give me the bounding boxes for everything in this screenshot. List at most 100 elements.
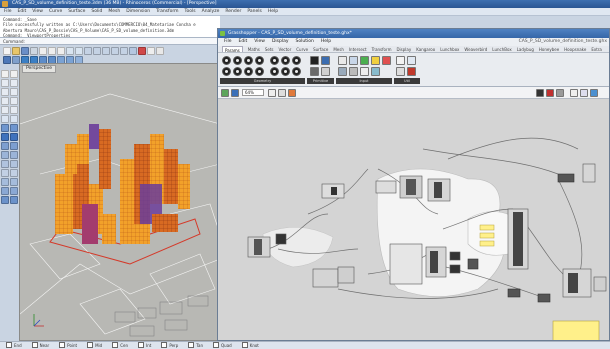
text-icon[interactable] (1, 115, 9, 123)
gate-icon[interactable] (407, 67, 416, 76)
tab-params[interactable]: Params (222, 46, 243, 53)
command-prompt[interactable]: Command: (0, 38, 220, 45)
scale-icon[interactable] (10, 178, 18, 186)
tab-weaverbird[interactable]: Weaverbird (464, 46, 487, 52)
tab-intersect[interactable]: Intersect (349, 46, 367, 52)
gradient-icon[interactable] (382, 56, 391, 65)
boolean-toggle-icon[interactable] (360, 56, 369, 65)
param-group-icon[interactable] (292, 67, 301, 76)
join-icon[interactable] (1, 160, 9, 168)
osnap-tan[interactable]: Tan (188, 342, 203, 349)
yellow-panel[interactable] (479, 232, 495, 239)
select-icon[interactable] (1, 70, 9, 78)
tab-lunchbox[interactable]: Lunchbox (440, 46, 459, 52)
new-file-icon[interactable] (3, 47, 11, 55)
param-line-icon[interactable] (233, 67, 242, 76)
gh-canvas[interactable] (218, 99, 609, 340)
hidden-components-icon[interactable] (580, 89, 588, 97)
rhino-menu-file[interactable]: File (4, 8, 12, 15)
polygon-icon[interactable] (10, 106, 18, 114)
pan-icon[interactable] (84, 47, 92, 55)
canvas-help-icon[interactable] (590, 89, 598, 97)
preview-mode-icon[interactable] (278, 89, 286, 97)
paste-icon[interactable] (57, 47, 65, 55)
gh-param-node[interactable] (449, 264, 461, 274)
box-icon[interactable] (1, 133, 9, 141)
rotate-view-icon[interactable] (93, 47, 101, 55)
param-box-icon[interactable] (255, 67, 264, 76)
surface-icon[interactable] (1, 124, 9, 132)
osnap-cen[interactable]: Cen (112, 342, 128, 349)
tab-sets[interactable]: Sets (265, 46, 274, 52)
panel-icon[interactable] (349, 56, 358, 65)
gh-param-node[interactable] (275, 233, 287, 245)
extrude-icon[interactable] (10, 124, 18, 132)
rhino-menu-edit[interactable]: Edit (18, 8, 27, 15)
rhino-menu-analyze[interactable]: Analyze (202, 8, 220, 15)
tab-mesh[interactable]: Mesh (333, 46, 344, 52)
param-integer-icon[interactable] (321, 56, 330, 65)
viewport-title-tab[interactable]: Perspective (22, 65, 57, 73)
tab-transform[interactable]: Transform (372, 46, 392, 52)
gh-param-node[interactable] (557, 173, 575, 183)
explode-icon[interactable] (10, 160, 18, 168)
fillet-icon[interactable] (10, 142, 18, 150)
rhino-menu-surface[interactable]: Surface (68, 8, 85, 15)
search-icon[interactable] (570, 89, 578, 97)
button-object-icon[interactable] (360, 67, 369, 76)
param-point-icon[interactable] (222, 56, 231, 65)
mirror-icon[interactable] (1, 187, 9, 195)
redo-icon[interactable] (75, 47, 83, 55)
tab-curve[interactable]: Curve (296, 46, 308, 52)
gh-component[interactable] (593, 276, 607, 292)
param-number-icon[interactable] (310, 67, 319, 76)
gh-param-node[interactable] (467, 258, 479, 270)
line-icon[interactable] (1, 79, 9, 87)
gh-component[interactable] (389, 243, 423, 285)
layer-icon[interactable] (138, 47, 146, 55)
color-swatch-icon[interactable] (371, 56, 380, 65)
param-vector-icon[interactable] (233, 56, 242, 65)
osnap-mid[interactable]: Mid (87, 342, 102, 349)
properties-icon[interactable] (147, 47, 155, 55)
preview-selected-icon[interactable] (546, 89, 554, 97)
circle-icon[interactable] (10, 88, 18, 96)
tab-ladybug[interactable]: Ladybug (517, 46, 534, 52)
boolean-icon[interactable] (1, 196, 9, 204)
md-slider-icon[interactable] (371, 67, 380, 76)
tab-extra[interactable]: Extra (591, 46, 602, 52)
tab-kangaroo[interactable]: Kangaroo (416, 46, 435, 52)
tab-display[interactable]: Display (396, 46, 411, 52)
osnap-end[interactable]: End (6, 342, 22, 349)
copy-icon[interactable] (48, 47, 56, 55)
gh-menu-display[interactable]: Display (272, 38, 289, 46)
four-views-icon[interactable] (129, 47, 137, 55)
yellow-panel[interactable] (479, 240, 495, 247)
osnap-near[interactable]: Near (32, 342, 50, 349)
gh-menu-view[interactable]: View (254, 38, 265, 46)
param-curve-icon[interactable] (222, 67, 231, 76)
perspective-viewport[interactable]: Perspective (19, 63, 219, 341)
rhino-menu-dimension[interactable]: Dimension (126, 8, 150, 15)
arc-icon[interactable] (1, 97, 9, 105)
param-brep-icon[interactable] (281, 56, 290, 65)
rhino-menu-transform[interactable]: Transform (156, 8, 178, 15)
param-mesh-icon[interactable] (292, 56, 301, 65)
tab-hoopsnake[interactable]: Hoopsnake (564, 46, 586, 52)
cut-icon[interactable] (39, 47, 47, 55)
param-field-icon[interactable] (270, 67, 279, 76)
tab-surface[interactable]: Surface (313, 46, 328, 52)
copy-object-icon[interactable] (10, 169, 18, 177)
display-mode-icon[interactable] (536, 89, 544, 97)
tab-lunchbox[interactable]: LunchBox (492, 46, 511, 52)
gh-menu-edit[interactable]: Edit (239, 38, 248, 46)
sketch-icon[interactable] (288, 89, 296, 97)
rhino-menu-solid[interactable]: Solid (91, 8, 102, 15)
mesh-icon[interactable] (1, 142, 9, 150)
save-file-icon[interactable] (21, 47, 29, 55)
zoom-extents-icon[interactable] (120, 47, 128, 55)
osnap-int[interactable]: Int (138, 342, 151, 349)
param-surface-icon[interactable] (270, 56, 279, 65)
sphere-icon[interactable] (10, 133, 18, 141)
osnap-quad[interactable]: Quad (213, 342, 232, 349)
